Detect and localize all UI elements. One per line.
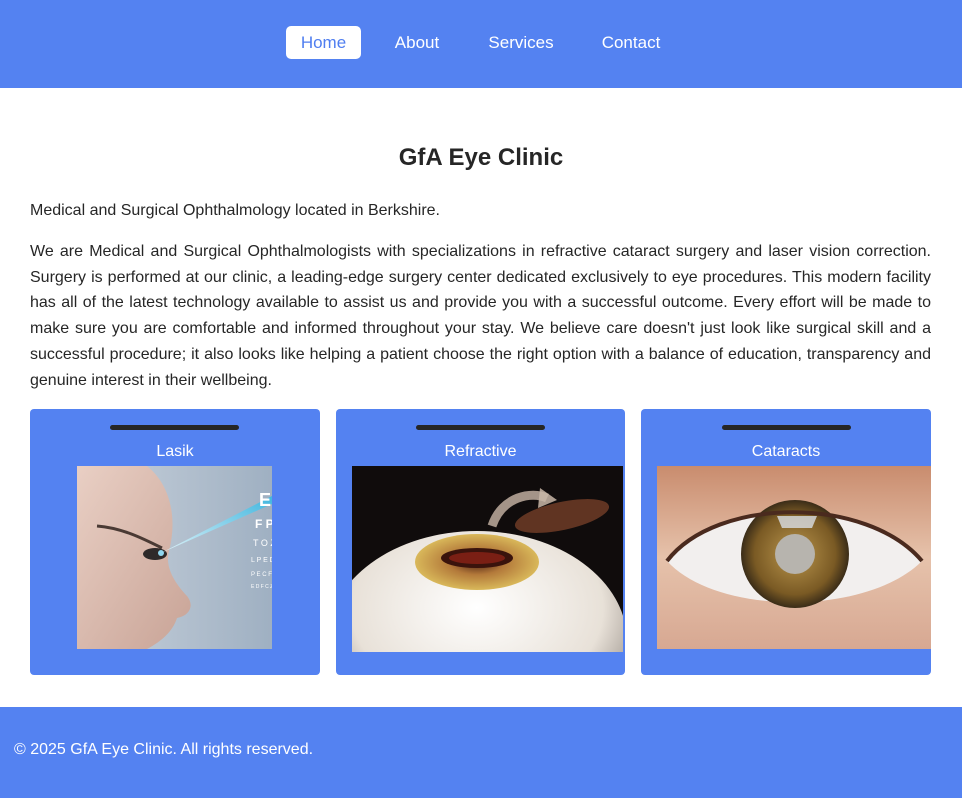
nav-services-link[interactable]: Services [483, 26, 559, 59]
card-title-lasik: Lasik [156, 443, 194, 460]
svg-text:L P E D: L P E D [251, 557, 272, 564]
card-title-cataracts: Cataracts [751, 443, 821, 460]
footer-copyright: © 2025 GfA Eye Clinic. All rights reserv… [14, 741, 314, 758]
nav-home-link[interactable]: Home [286, 26, 361, 59]
card-title-refractive: Refractive [444, 443, 517, 460]
lasik-image: E F P T O Z L P E D P E C F D E D F C Z … [77, 466, 272, 649]
top-navbar: Home About Services Contact [0, 0, 962, 88]
card-divider [110, 425, 239, 430]
page-footer: © 2025 GfA Eye Clinic. All rights reserv… [0, 707, 962, 798]
cataracts-image [657, 466, 931, 649]
card-divider [416, 425, 545, 430]
page-title: GfA Eye Clinic [398, 144, 564, 171]
svg-text:E D F C Z P: E D F C Z P [251, 584, 272, 590]
card-divider [722, 425, 851, 430]
description-text: We are Medical and Surgical Ophthalmolog… [30, 243, 931, 389]
service-card-lasik[interactable]: Lasik E F P T O L P E P E C F E D F C Z [30, 409, 320, 675]
refractive-image [352, 466, 623, 652]
nav-about-link[interactable]: About [389, 26, 445, 59]
intro-text: Medical and Surgical Ophthalmology locat… [30, 202, 440, 219]
service-card-cataracts[interactable]: Cataracts [641, 409, 931, 675]
svg-text:P E C F D: P E C F D [251, 572, 272, 578]
svg-text:E: E [259, 490, 271, 510]
svg-text:F P: F P [255, 517, 272, 531]
nav-contact-link[interactable]: Contact [596, 26, 666, 59]
service-card-refractive[interactable]: Refractive [336, 409, 625, 675]
svg-text:T O Z: T O Z [253, 538, 272, 548]
